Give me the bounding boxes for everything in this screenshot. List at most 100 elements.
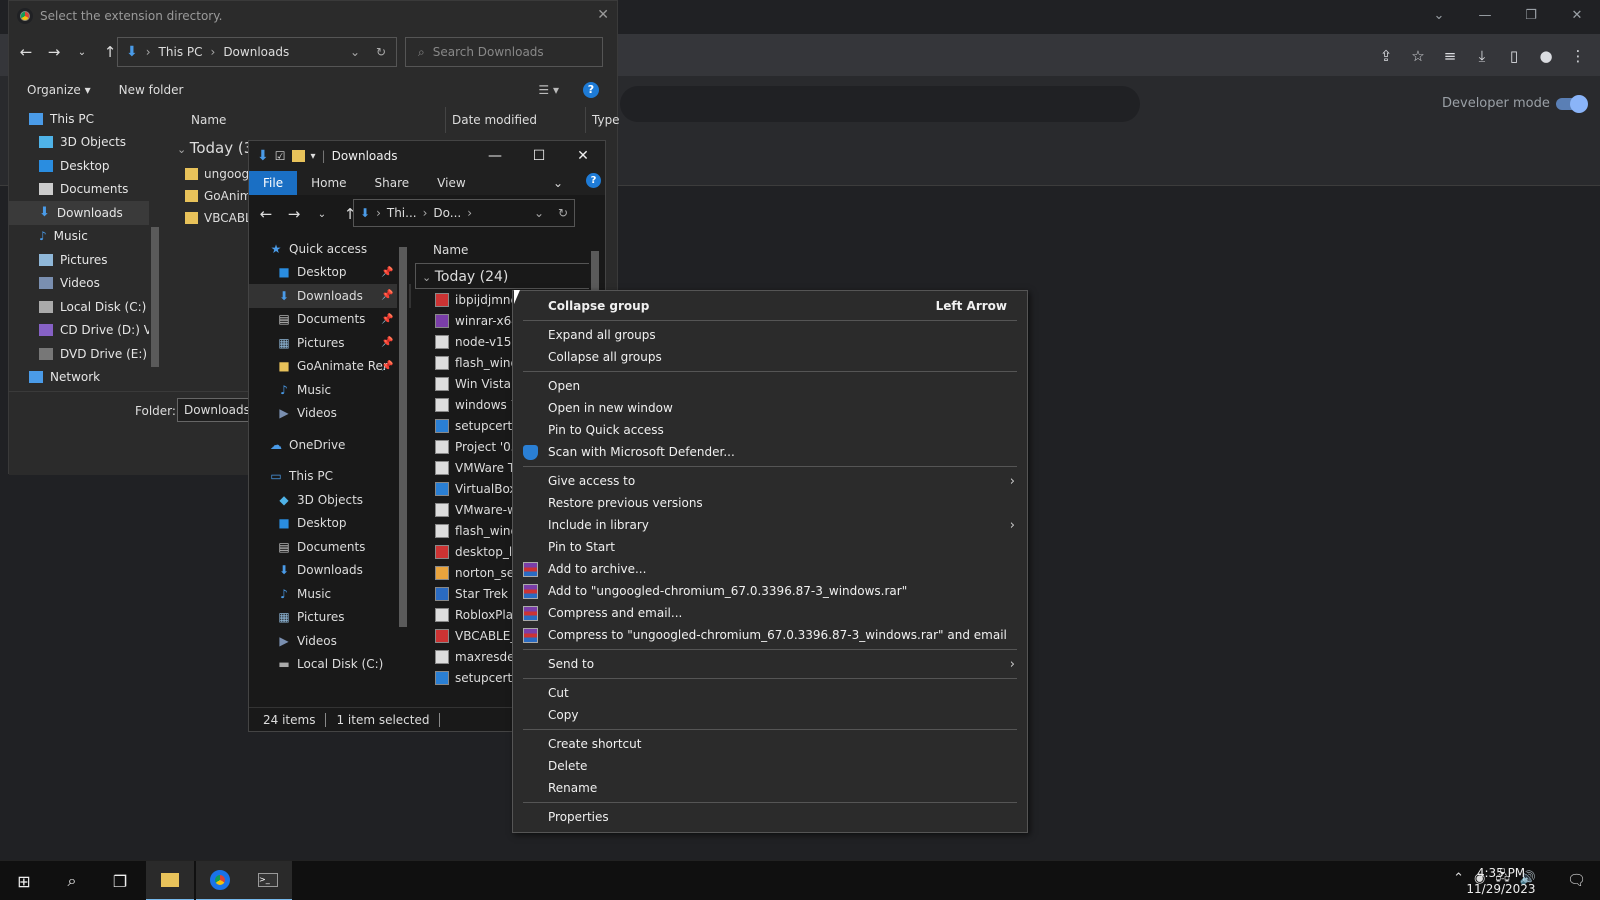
tree-item[interactable]: ▤ Documents 📌 bbox=[249, 308, 411, 332]
tree-item[interactable]: ♪ Music bbox=[249, 378, 411, 402]
tree-item[interactable]: ☁ OneDrive bbox=[249, 433, 411, 457]
menu-item-compress-and-email[interactable]: Compress and email... bbox=[513, 602, 1027, 624]
back-icon[interactable]: ← bbox=[255, 205, 277, 223]
organize-button[interactable]: Organize ▾ bbox=[27, 83, 91, 97]
profile-icon[interactable]: ● bbox=[1534, 44, 1558, 68]
tree-item[interactable]: ■ Desktop bbox=[249, 512, 411, 536]
chevron-down-icon[interactable]: ⌄ bbox=[71, 47, 93, 58]
menu-item-open[interactable]: Open bbox=[513, 375, 1027, 397]
tree-item-music[interactable]: ♪ Music bbox=[9, 225, 161, 249]
tree-item[interactable]: ▬ Local Disk (C:) bbox=[249, 653, 411, 677]
menu-icon[interactable]: ⋮ bbox=[1566, 44, 1590, 68]
tree-item-cd-drive[interactable]: CD Drive (D:) VS bbox=[9, 319, 161, 343]
search-icon[interactable]: ⌕ bbox=[48, 861, 96, 900]
tree-item-this-pc[interactable]: This PC bbox=[9, 107, 161, 131]
tree-item[interactable]: ■ Desktop 📌 bbox=[249, 261, 411, 285]
tab-share[interactable]: Share bbox=[361, 171, 424, 195]
maximize-icon[interactable]: ☐ bbox=[517, 141, 561, 171]
tree-scrollbar[interactable] bbox=[149, 107, 161, 391]
developer-mode-toggle[interactable] bbox=[1556, 95, 1588, 113]
breadcrumb-downloads[interactable]: Do... bbox=[433, 206, 461, 220]
tree-item[interactable]: ⬇ Downloads bbox=[249, 559, 411, 583]
refresh-icon[interactable]: ↻ bbox=[558, 206, 568, 220]
back-icon[interactable]: ← bbox=[15, 43, 37, 61]
tree-item-network[interactable]: Network bbox=[9, 366, 161, 390]
share-icon[interactable]: ⇪ bbox=[1374, 44, 1398, 68]
menu-item-delete[interactable]: Delete bbox=[513, 755, 1027, 777]
menu-item-include-in-library[interactable]: Include in library › bbox=[513, 514, 1027, 536]
star-icon[interactable]: ☆ bbox=[1406, 44, 1430, 68]
chevron-down-icon[interactable]: ⌄ bbox=[534, 206, 544, 220]
clock[interactable]: 4:35 PM 11/29/2023 bbox=[1456, 865, 1546, 897]
dialog-address-bar[interactable]: ⬇ › This PC › Downloads ⌄ ↻ bbox=[117, 37, 397, 67]
help-icon[interactable]: ? bbox=[583, 82, 599, 98]
terminal-taskbar-button[interactable]: >_ bbox=[244, 861, 292, 900]
file-explorer-taskbar-button[interactable] bbox=[146, 861, 194, 900]
menu-item-collapse-all-groups[interactable]: Collapse all groups bbox=[513, 346, 1027, 368]
menu-item-pin-to-quick-access[interactable]: Pin to Quick access bbox=[513, 419, 1027, 441]
tree-scrollbar[interactable] bbox=[397, 237, 409, 693]
ribbon-expand-icon[interactable]: ⌄ bbox=[539, 171, 577, 195]
tree-item-desktop[interactable]: Desktop bbox=[9, 154, 161, 178]
tree-item-local-disk[interactable]: Local Disk (C:) bbox=[9, 295, 161, 319]
refresh-icon[interactable]: ↻ bbox=[376, 45, 386, 59]
tree-item-3d-objects[interactable]: 3D Objects bbox=[9, 131, 161, 155]
menu-item-rename[interactable]: Rename bbox=[513, 777, 1027, 799]
tab-view[interactable]: View bbox=[423, 171, 479, 195]
chrome-taskbar-button[interactable] bbox=[196, 861, 244, 900]
menu-item-send-to[interactable]: Send to › bbox=[513, 653, 1027, 675]
close-icon[interactable]: ✕ bbox=[561, 141, 605, 171]
breadcrumb-this-pc[interactable]: Thi... bbox=[387, 206, 417, 220]
forward-icon[interactable]: → bbox=[43, 43, 65, 61]
explorer-address-bar[interactable]: ⬇ › Thi... › Do... › ⌄ ↻ bbox=[353, 199, 575, 227]
tree-item-downloads[interactable]: ⬇ Downloads bbox=[9, 201, 161, 225]
restore-icon[interactable]: ❐ bbox=[1508, 0, 1554, 30]
extensions-search[interactable] bbox=[620, 86, 1140, 122]
tree-item-videos[interactable]: Videos bbox=[9, 272, 161, 296]
download-icon[interactable]: ⤓ bbox=[1470, 44, 1494, 68]
menu-item-restore-previous-versions[interactable]: Restore previous versions bbox=[513, 492, 1027, 514]
tree-item[interactable]: ★ Quick access bbox=[249, 237, 411, 261]
tab-file[interactable]: File bbox=[249, 171, 298, 195]
menu-item-expand-all-groups[interactable]: Expand all groups bbox=[513, 324, 1027, 346]
column-date-modified[interactable]: Date modified bbox=[445, 107, 537, 133]
side-panel-icon[interactable]: ▯ bbox=[1502, 44, 1526, 68]
folder-icon[interactable] bbox=[291, 150, 305, 162]
tab-home[interactable]: Home bbox=[297, 171, 360, 195]
tree-item-dvd-drive[interactable]: DVD Drive (E:) VI bbox=[9, 342, 161, 366]
list-item[interactable]: GoAnim bbox=[185, 185, 251, 206]
menu-item-add-to-archive[interactable]: Add to archive... bbox=[513, 558, 1027, 580]
search-input[interactable]: ⌕ Search Downloads bbox=[405, 37, 603, 67]
menu-item-give-access-to[interactable]: Give access to › bbox=[513, 470, 1027, 492]
forward-icon[interactable]: → bbox=[283, 205, 305, 223]
close-icon[interactable]: ✕ bbox=[597, 7, 609, 23]
breadcrumb-this-pc[interactable]: This PC bbox=[159, 45, 203, 59]
chevron-down-icon[interactable]: ⌄ bbox=[311, 209, 333, 220]
menu-item-compress-to-ungoogled-chromium-67-0-3396[interactable]: Compress to "ungoogled-chromium_67.0.339… bbox=[513, 624, 1027, 646]
column-type[interactable]: Type bbox=[585, 107, 620, 133]
list-item[interactable]: ungoog bbox=[185, 163, 249, 184]
view-options-icon[interactable]: ☰ ▾ bbox=[538, 83, 559, 97]
group-header[interactable]: ⌄ Today (3 bbox=[177, 139, 253, 157]
menu-item-add-to-ungoogled-chromium-67-0-3396-87-3[interactable]: Add to "ungoogled-chromium_67.0.3396.87-… bbox=[513, 580, 1027, 602]
tree-item[interactable]: ◆ 3D Objects bbox=[249, 488, 411, 512]
tree-item-pictures[interactable]: Pictures bbox=[9, 248, 161, 272]
menu-item-collapse-group[interactable]: Collapse group Left Arrow bbox=[513, 295, 1027, 317]
close-icon[interactable]: ✕ bbox=[1554, 0, 1600, 30]
task-view-icon[interactable]: ❐ bbox=[96, 861, 144, 900]
chevron-down-icon[interactable]: ⌄ bbox=[350, 45, 360, 59]
minimize-icon[interactable]: — bbox=[473, 141, 517, 171]
tree-item[interactable]: ▦ Pictures bbox=[249, 606, 411, 630]
menu-item-properties[interactable]: Properties bbox=[513, 806, 1027, 828]
chevron-down-icon[interactable]: ⌄ bbox=[1416, 0, 1462, 30]
list-item[interactable]: VBCABL bbox=[185, 207, 252, 228]
reading-list-icon[interactable]: ≡ bbox=[1438, 44, 1462, 68]
group-header[interactable]: ⌄ Today (24) bbox=[415, 263, 595, 289]
menu-item-copy[interactable]: Copy bbox=[513, 704, 1027, 726]
properties-quick-icon[interactable]: ☑ bbox=[275, 149, 286, 163]
notification-icon[interactable]: 🗨 bbox=[1567, 871, 1586, 889]
tree-item[interactable]: ▦ Pictures 📌 bbox=[249, 331, 411, 355]
breadcrumb-downloads[interactable]: Downloads bbox=[223, 45, 289, 59]
menu-item-open-in-new-window[interactable]: Open in new window bbox=[513, 397, 1027, 419]
tree-item[interactable]: ▶ Videos bbox=[249, 629, 411, 653]
